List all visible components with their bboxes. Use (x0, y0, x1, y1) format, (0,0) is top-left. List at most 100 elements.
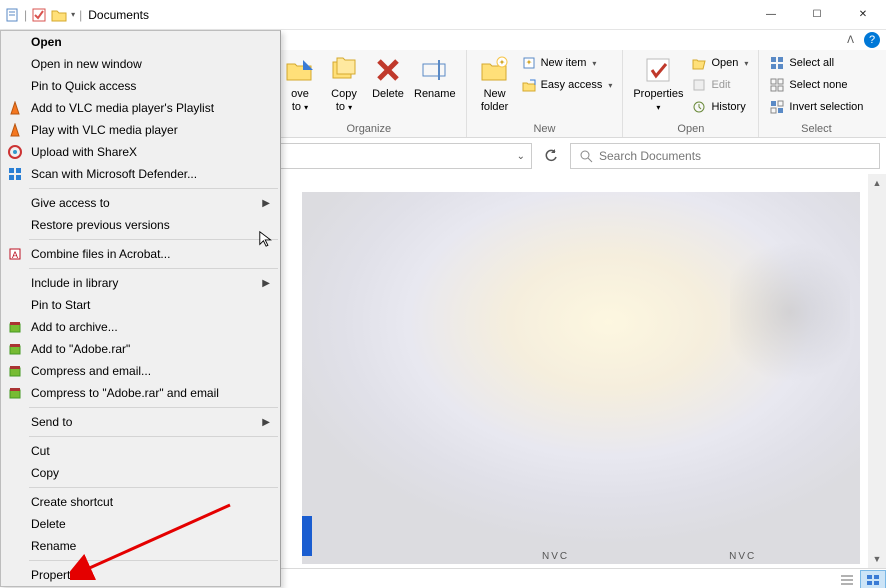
rename-icon (419, 54, 451, 86)
svg-text:A: A (12, 250, 18, 260)
properties-button[interactable]: Properties▾ (629, 52, 687, 116)
select-none-button[interactable]: Select none (765, 74, 867, 96)
easy-access-icon (521, 77, 537, 93)
menu-include-library[interactable]: Include in library▶ (1, 272, 280, 294)
menu-compress-email[interactable]: Compress and email... (1, 360, 280, 382)
menu-open-new-window[interactable]: Open in new window (1, 53, 280, 75)
winrar-icon (7, 341, 23, 357)
sharex-icon (7, 144, 23, 160)
menu-play-vlc[interactable]: Play with VLC media player (1, 119, 280, 141)
new-item-icon: ✦ (521, 55, 537, 71)
new-folder-icon: ✦ (479, 54, 511, 86)
group-select: Select all Select none Invert selection … (759, 50, 873, 137)
folder-icon (51, 7, 67, 23)
menu-upload-sharex[interactable]: Upload with ShareX (1, 141, 280, 163)
defender-icon (7, 166, 23, 182)
menu-create-shortcut[interactable]: Create shortcut (1, 491, 280, 513)
new-folder-button[interactable]: ✦ New folder (473, 52, 517, 116)
menu-add-rar[interactable]: Add to "Adobe.rar" (1, 338, 280, 360)
edit-button: Edit (687, 74, 752, 96)
close-button[interactable]: ✕ (840, 0, 886, 30)
chevron-right-icon: ▶ (262, 198, 270, 209)
group-label-new: New (473, 121, 617, 137)
menu-restore-versions[interactable]: Restore previous versions (1, 214, 280, 236)
invert-icon (769, 99, 785, 115)
details-view-button[interactable] (834, 570, 860, 588)
check-icon[interactable] (31, 7, 47, 23)
invert-selection-button[interactable]: Invert selection (765, 96, 867, 118)
selection-fragment (302, 516, 312, 556)
menu-cut[interactable]: Cut (1, 440, 280, 462)
history-icon (691, 99, 707, 115)
copy-icon (328, 54, 360, 86)
menu-compress-rar-email[interactable]: Compress to "Adobe.rar" and email (1, 382, 280, 404)
window-title: Documents (88, 8, 149, 22)
search-box[interactable]: Search Documents (570, 143, 880, 169)
refresh-button[interactable] (538, 143, 564, 169)
history-button[interactable]: History (687, 96, 752, 118)
scroll-up-icon[interactable]: ▲ (868, 174, 886, 192)
menu-add-vlc-playlist[interactable]: Add to VLC media player's Playlist (1, 97, 280, 119)
edit-icon (691, 77, 707, 93)
winrar-icon (7, 363, 23, 379)
qat-separator: | (79, 8, 82, 22)
group-organize: ove to ▾ Copy to ▾ Delete Rename Organiz… (272, 50, 467, 137)
open-button[interactable]: Open▾ (687, 52, 752, 74)
svg-text:✦: ✦ (498, 58, 505, 67)
move-icon (284, 54, 316, 86)
chevron-up-icon[interactable]: ᐱ (847, 35, 854, 46)
svg-text:✦: ✦ (525, 58, 532, 67)
easy-access-button[interactable]: Easy access▾ (517, 74, 617, 96)
properties-icon (642, 54, 674, 86)
maximize-button[interactable]: ☐ (794, 0, 840, 30)
menu-properties[interactable]: Properties (1, 564, 280, 586)
menu-open[interactable]: Open (1, 31, 280, 53)
thumbnails-view-button[interactable] (860, 570, 886, 588)
qat-dropdown-icon[interactable]: ▾ (71, 10, 75, 19)
acrobat-icon: A (7, 246, 23, 262)
context-menu: Open Open in new window Pin to Quick acc… (0, 30, 281, 587)
scroll-down-icon[interactable]: ▼ (868, 550, 886, 568)
help-icon[interactable]: ? (864, 32, 880, 48)
address-bar[interactable]: ⌄ (272, 143, 532, 169)
group-label-open: Open (629, 121, 752, 137)
chevron-right-icon: ▶ (262, 278, 270, 289)
document-icon (4, 7, 20, 23)
menu-combine-acrobat[interactable]: ACombine files in Acrobat... (1, 243, 280, 265)
menu-scan-defender[interactable]: Scan with Microsoft Defender... (1, 163, 280, 185)
vertical-scrollbar[interactable]: ▲ ▼ (868, 174, 886, 568)
title-bar: | ▾ | Documents — ☐ ✕ (0, 0, 886, 30)
chevron-right-icon: ▶ (262, 417, 270, 428)
search-placeholder: Search Documents (599, 149, 701, 163)
group-label-select: Select (765, 121, 867, 137)
delete-x-icon (372, 54, 404, 86)
delete-button[interactable]: Delete (366, 52, 410, 103)
qat-separator: | (24, 8, 27, 22)
open-folder-icon (691, 55, 707, 71)
search-icon (579, 149, 593, 163)
group-label-organize: Organize (278, 121, 460, 137)
menu-copy[interactable]: Copy (1, 462, 280, 484)
menu-pin-quick-access[interactable]: Pin to Quick access (1, 75, 280, 97)
menu-rename[interactable]: Rename (1, 535, 280, 557)
file-preview: NVCNVC (302, 192, 860, 564)
new-item-button[interactable]: ✦New item▾ (517, 52, 617, 74)
vlc-icon (7, 100, 23, 116)
rename-button[interactable]: Rename (410, 52, 460, 103)
move-to-button[interactable]: ove to ▾ (278, 52, 322, 116)
winrar-icon (7, 319, 23, 335)
menu-pin-start[interactable]: Pin to Start (1, 294, 280, 316)
winrar-icon (7, 385, 23, 401)
group-open: Properties▾ Open▾ Edit History Open (623, 50, 759, 137)
menu-give-access[interactable]: Give access to▶ (1, 192, 280, 214)
select-none-icon (769, 77, 785, 93)
copy-to-button[interactable]: Copy to ▾ (322, 52, 366, 116)
menu-send-to[interactable]: Send to▶ (1, 411, 280, 433)
select-all-icon (769, 55, 785, 71)
chevron-down-icon[interactable]: ⌄ (517, 151, 525, 162)
menu-delete[interactable]: Delete (1, 513, 280, 535)
menu-add-archive[interactable]: Add to archive... (1, 316, 280, 338)
minimize-button[interactable]: — (748, 0, 794, 30)
vlc-icon (7, 122, 23, 138)
select-all-button[interactable]: Select all (765, 52, 867, 74)
